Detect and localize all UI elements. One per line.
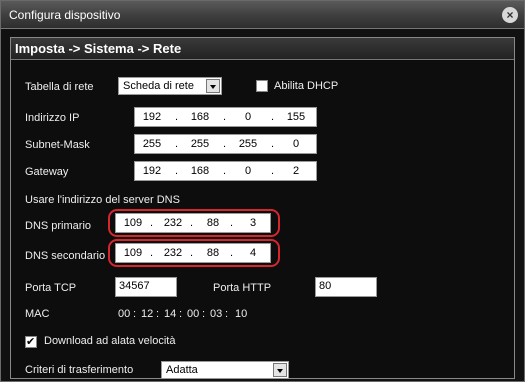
subnet-octet-3: 255 bbox=[238, 138, 258, 150]
dot-separator: . bbox=[223, 111, 227, 123]
colon-separator: : bbox=[133, 308, 137, 320]
dot-separator: . bbox=[175, 111, 179, 123]
gateway-label: Gateway bbox=[25, 166, 69, 178]
transfer-criteria-label: Criteri di trasferimento bbox=[25, 364, 134, 376]
title-bar: Configura dispositivo × bbox=[1, 1, 524, 29]
transfer-criteria-value: Adatta bbox=[166, 364, 198, 376]
dot-separator: . bbox=[190, 247, 194, 259]
configure-device-window: Configura dispositivo × Imposta -> Siste… bbox=[0, 0, 525, 382]
gateway-octet-1: 192 bbox=[142, 165, 162, 177]
network-table-value: Scheda di rete bbox=[123, 80, 194, 92]
ip-octet-4: 155 bbox=[286, 111, 306, 123]
dot-separator: . bbox=[175, 138, 179, 150]
dns-primary-octet-3: 88 bbox=[206, 217, 220, 229]
close-icon[interactable]: × bbox=[502, 7, 518, 23]
dot-separator: . bbox=[150, 247, 154, 259]
download-checkbox[interactable] bbox=[25, 335, 37, 348]
colon-separator: : bbox=[202, 308, 206, 320]
subnet-octet-1: 255 bbox=[142, 138, 162, 150]
mac-part-5: 03 bbox=[210, 308, 223, 320]
dns-primary-octet-4: 3 bbox=[249, 217, 257, 229]
dot-separator: . bbox=[175, 165, 179, 177]
dns-primary-label: DNS primario bbox=[25, 220, 92, 232]
dns-secondary-octet-2: 232 bbox=[163, 247, 183, 259]
dot-separator: . bbox=[223, 165, 227, 177]
download-label: Download ad alata velocità bbox=[44, 335, 176, 347]
mac-label: MAC bbox=[25, 308, 50, 320]
tcp-port-input[interactable]: 34567 bbox=[115, 277, 177, 297]
network-table-label: Tabella di rete bbox=[25, 81, 94, 93]
ip-address-field[interactable]: 192 . 168 . 0 . 155 bbox=[134, 107, 317, 127]
dot-separator: . bbox=[271, 165, 275, 177]
dns-section-label: Usare l'indirizzo del server DNS bbox=[25, 194, 180, 206]
tcp-port-value: 34567 bbox=[119, 280, 150, 292]
ip-octet-1: 192 bbox=[142, 111, 162, 123]
subnet-octet-4: 0 bbox=[292, 138, 300, 150]
colon-separator: : bbox=[156, 308, 160, 320]
chevron-down-icon[interactable] bbox=[206, 79, 220, 93]
dot-separator: . bbox=[230, 247, 234, 259]
dns-primary-octet-2: 232 bbox=[163, 217, 183, 229]
gateway-octet-2: 168 bbox=[190, 165, 210, 177]
dot-separator: . bbox=[150, 217, 154, 229]
subnet-octet-2: 255 bbox=[190, 138, 210, 150]
dns-secondary-octet-1: 109 bbox=[123, 247, 143, 259]
gateway-octet-3: 0 bbox=[244, 165, 252, 177]
subnet-mask-field[interactable]: 255 . 255 . 255 . 0 bbox=[134, 134, 317, 154]
breadcrumb-text: Imposta -> Sistema -> Rete bbox=[15, 41, 182, 56]
network-settings-panel: Imposta -> Sistema -> Rete Tabella di re… bbox=[10, 37, 515, 379]
transfer-criteria-select[interactable]: Adatta bbox=[161, 361, 289, 379]
mac-part-3: 14 bbox=[164, 308, 177, 320]
dns-secondary-label: DNS secondario bbox=[25, 250, 106, 262]
gateway-field[interactable]: 192 . 168 . 0 . 2 bbox=[134, 161, 317, 181]
chevron-down-icon[interactable] bbox=[273, 363, 287, 377]
dot-separator: . bbox=[230, 217, 234, 229]
breadcrumb: Imposta -> Sistema -> Rete bbox=[11, 38, 514, 60]
mac-part-6: 10 bbox=[235, 308, 248, 320]
ip-address-label: Indirizzo IP bbox=[25, 112, 80, 124]
gateway-octet-4: 2 bbox=[292, 165, 300, 177]
ip-octet-3: 0 bbox=[244, 111, 252, 123]
http-port-label: Porta HTTP bbox=[213, 282, 272, 294]
ip-octet-2: 168 bbox=[190, 111, 210, 123]
subnet-mask-label: Subnet-Mask bbox=[25, 139, 90, 151]
dns-secondary-octet-4: 4 bbox=[249, 247, 257, 259]
mac-part-4: 00 bbox=[187, 308, 200, 320]
dns-primary-octet-1: 109 bbox=[123, 217, 143, 229]
mac-part-2: 12 bbox=[141, 308, 154, 320]
tcp-port-label: Porta TCP bbox=[25, 282, 77, 294]
colon-separator: : bbox=[225, 308, 229, 320]
window-title: Configura dispositivo bbox=[9, 8, 121, 22]
colon-separator: : bbox=[179, 308, 183, 320]
dot-separator: . bbox=[271, 138, 275, 150]
dot-separator: . bbox=[190, 217, 194, 229]
dns-primary-field[interactable]: 109 . 232 . 88 . 3 bbox=[115, 213, 271, 233]
http-port-value: 80 bbox=[319, 280, 332, 292]
dot-separator: . bbox=[271, 111, 275, 123]
http-port-input[interactable]: 80 bbox=[315, 277, 377, 297]
dot-separator: . bbox=[223, 138, 227, 150]
network-table-select[interactable]: Scheda di rete bbox=[118, 77, 222, 95]
dhcp-checkbox[interactable] bbox=[256, 80, 268, 92]
dns-secondary-field[interactable]: 109 . 232 . 88 . 4 bbox=[115, 243, 271, 263]
mac-part-1: 00 bbox=[118, 308, 131, 320]
dhcp-label: Abilita DHCP bbox=[274, 80, 339, 92]
dns-secondary-octet-3: 88 bbox=[206, 247, 220, 259]
